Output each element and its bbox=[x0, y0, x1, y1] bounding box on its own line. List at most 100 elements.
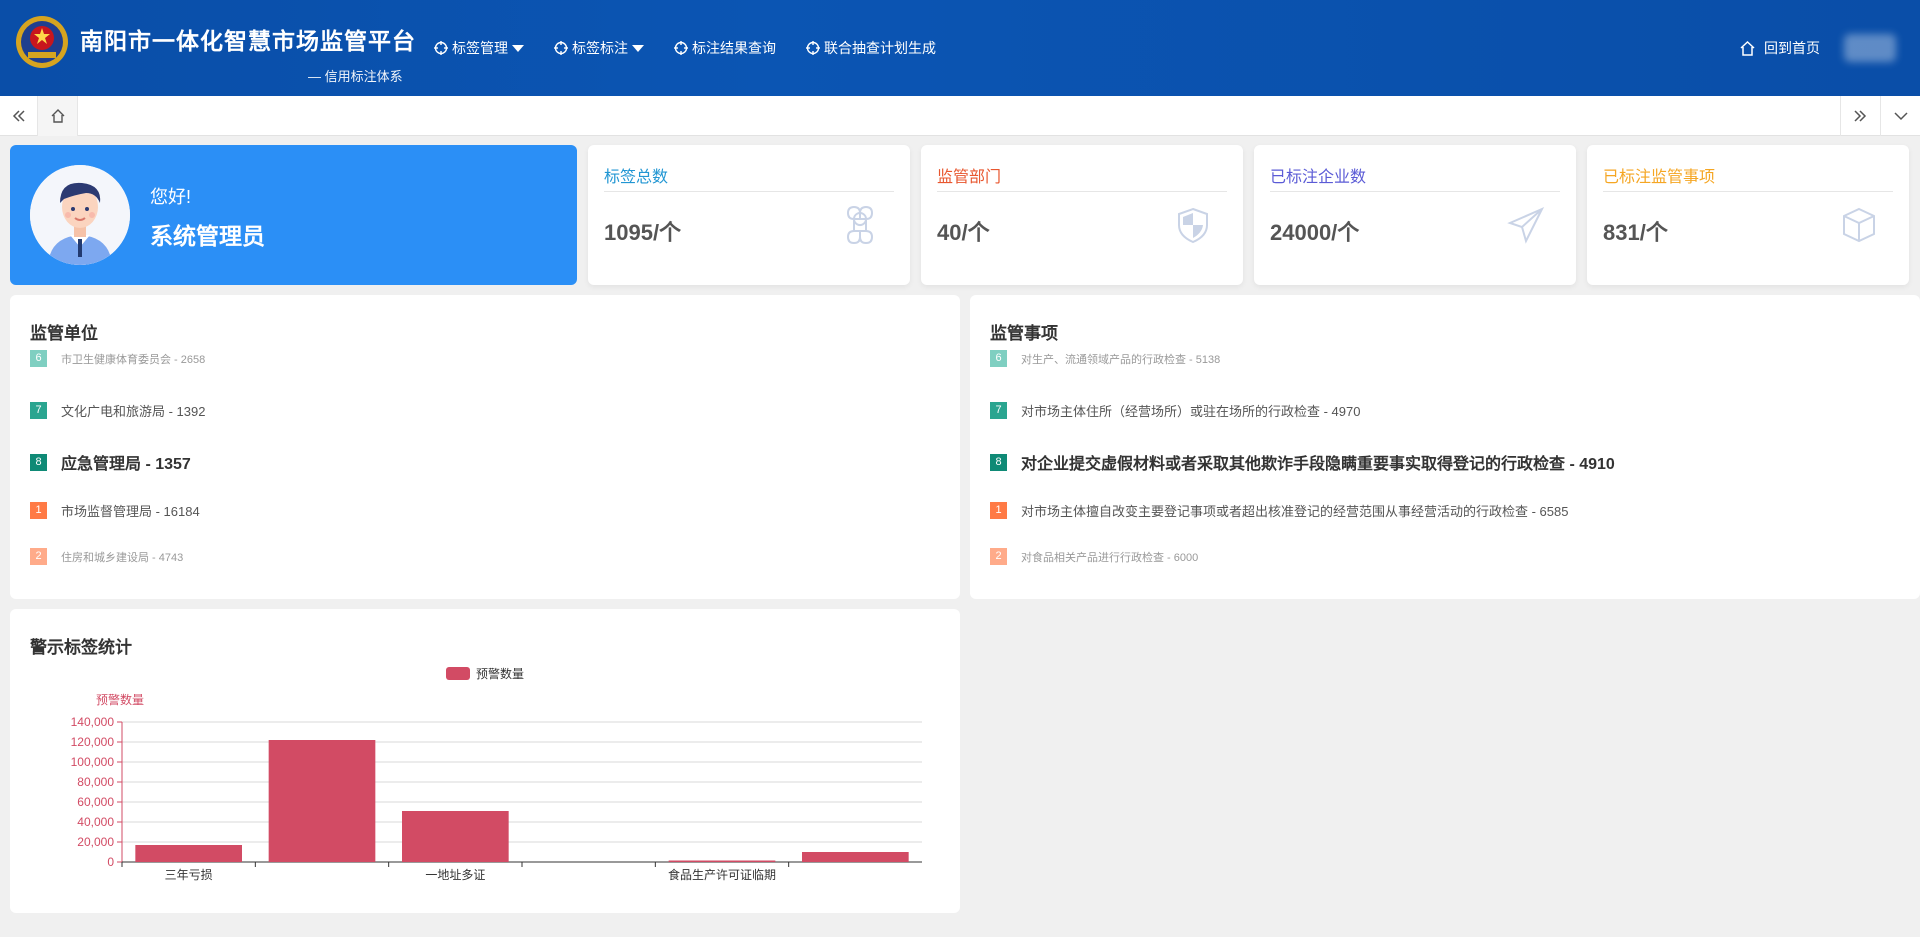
y-axis-label: 预警数量 bbox=[96, 692, 144, 707]
divider bbox=[604, 191, 894, 192]
stat-card-matters: 已标注监管事项 831/个 bbox=[1587, 145, 1909, 285]
stat-title: 已标注监管事项 bbox=[1603, 169, 1716, 186]
scroll-right-button[interactable] bbox=[1840, 96, 1878, 136]
rank-text: 文化广电和旅游局 - 1392 bbox=[61, 404, 206, 419]
list-item[interactable]: 7 文化广电和旅游局 - 1392 bbox=[30, 401, 205, 420]
box-icon bbox=[1843, 207, 1875, 243]
rank-text: 住房和城乡建设局 - 4743 bbox=[61, 551, 184, 564]
stat-title: 监管部门 bbox=[937, 169, 1002, 186]
stat-card-enterprises: 已标注企业数 24000/个 bbox=[1254, 145, 1576, 285]
nav-label: 标签管理 bbox=[452, 40, 508, 56]
nav-label: 标注结果查询 bbox=[692, 40, 776, 56]
nav-result-query[interactable]: 标注结果查询 bbox=[674, 38, 776, 58]
x-tick-label: 食品生产许可证临期 bbox=[668, 867, 776, 882]
rank-badge: 1 bbox=[30, 502, 47, 519]
avatar bbox=[30, 165, 130, 265]
list-item[interactable]: 1 市场监督管理局 - 16184 bbox=[30, 501, 200, 520]
panel-title: 监管事项 bbox=[990, 324, 1058, 343]
double-chevron-left-icon bbox=[12, 110, 25, 122]
crosshair-icon bbox=[806, 41, 820, 55]
list-item[interactable]: 1 对市场主体擅自改变主要登记事项或者超出核准登记的经营范围从事经营活动的行政检… bbox=[990, 501, 1568, 520]
divider bbox=[937, 191, 1227, 192]
nav-tag-management[interactable]: 标签管理 bbox=[434, 38, 524, 58]
chart-bar bbox=[802, 852, 909, 862]
supervision-units-panel: 监管单位 6 市卫生健康体育委员会 - 2658 7 文化广电和旅游局 - 13… bbox=[10, 295, 960, 599]
chart-bar bbox=[135, 845, 242, 862]
tabs-bar bbox=[0, 96, 1920, 136]
stat-value: 831/个 bbox=[1603, 220, 1668, 245]
rank-text: 市场监督管理局 - 16184 bbox=[61, 504, 200, 519]
list-item[interactable]: 6 对生产、流通领域产品的行政检查 - 5138 bbox=[990, 350, 1220, 367]
nav-tag-annotation[interactable]: 标签标注 bbox=[554, 38, 644, 58]
rank-badge: 7 bbox=[990, 402, 1007, 419]
chart-bar bbox=[268, 740, 376, 862]
legend-swatch bbox=[446, 667, 470, 680]
rank-badge: 8 bbox=[30, 453, 47, 471]
list-item[interactable]: 6 市卫生健康体育委员会 - 2658 bbox=[30, 350, 205, 367]
stat-value: 1095/个 bbox=[604, 220, 682, 245]
caret-down-icon bbox=[512, 44, 524, 52]
user-avatar[interactable] bbox=[1844, 34, 1896, 62]
y-tick-label: 80,000 bbox=[77, 775, 114, 789]
crosshair-icon bbox=[434, 41, 448, 55]
stat-card-departments: 监管部门 40/个 bbox=[921, 145, 1243, 285]
tab-home[interactable] bbox=[38, 96, 78, 136]
x-tick-label: 三年亏损 bbox=[165, 868, 213, 882]
user-name: 系统管理员 bbox=[150, 223, 265, 249]
chevron-down-icon bbox=[1893, 112, 1908, 121]
double-chevron-right-icon bbox=[1853, 110, 1866, 122]
y-tick-label: 40,000 bbox=[77, 815, 114, 829]
rank-badge: 2 bbox=[30, 548, 47, 565]
stat-value: 40/个 bbox=[937, 220, 990, 245]
rank-text: 对市场主体擅自改变主要登记事项或者超出核准登记的经营范围从事经营活动的行政检查 … bbox=[1021, 504, 1569, 519]
rank-text: 市卫生健康体育委员会 - 2658 bbox=[61, 353, 206, 366]
rank-text: 对市场主体住所（经营场所）或驻在场所的行政检查 - 4970 bbox=[1021, 404, 1361, 419]
scroll-left-button[interactable] bbox=[0, 96, 38, 136]
list-item[interactable]: 8 应急管理局 - 1357 bbox=[30, 450, 191, 474]
chart-bar bbox=[668, 860, 776, 862]
crosshair-icon bbox=[554, 41, 568, 55]
platform-subtitle: — 信用标注体系 bbox=[308, 69, 403, 84]
y-tick-label: 100,000 bbox=[71, 755, 115, 769]
list-item[interactable]: 2 对食品相关产品进行行政检查 - 6000 bbox=[990, 548, 1198, 565]
supervision-matters-panel: 监管事项 6 对生产、流通领域产品的行政检查 - 5138 7 对市场主体住所（… bbox=[970, 295, 1920, 599]
list-item[interactable]: 8 对企业提交虚假材料或者采取其他欺诈手段隐瞒重要事实取得登记的行政检查 - 4… bbox=[990, 450, 1615, 474]
rank-text: 对食品相关产品进行行政检查 - 6000 bbox=[1021, 551, 1199, 564]
user-avatar-illustration-icon bbox=[30, 165, 130, 265]
rank-badge: 6 bbox=[30, 350, 47, 367]
send-icon bbox=[1507, 206, 1545, 244]
command-icon bbox=[846, 205, 874, 245]
stat-title: 已标注企业数 bbox=[1270, 169, 1367, 186]
y-tick-label: 60,000 bbox=[77, 795, 114, 809]
shield-icon bbox=[1178, 207, 1208, 244]
back-home-link[interactable]: 回到首页 bbox=[1739, 38, 1820, 58]
rank-badge: 7 bbox=[30, 402, 47, 419]
x-tick-label: 一地址多证 bbox=[425, 868, 485, 882]
caret-down-icon bbox=[632, 44, 644, 52]
list-item[interactable]: 2 住房和城乡建设局 - 4743 bbox=[30, 548, 183, 565]
tab-menu-dropdown[interactable] bbox=[1880, 96, 1920, 136]
police-emblem-logo bbox=[16, 16, 68, 68]
rank-text: 应急管理局 - 1357 bbox=[61, 456, 191, 473]
greeting-text: 您好! bbox=[150, 187, 192, 207]
rank-badge: 2 bbox=[990, 548, 1007, 565]
main-nav: 标签管理 标签标注 标注结果查询 联合抽查计划生成 bbox=[434, 38, 966, 58]
list-item[interactable]: 7 对市场主体住所（经营场所）或驻在场所的行政检查 - 4970 bbox=[990, 401, 1360, 420]
top-header: 南阳市一体化智慧市场监管平台 — 信用标注体系 标签管理 标签标注 标注结果查询… bbox=[0, 0, 1920, 96]
warning-tags-chart-panel: 警示标签统计 预警数量 预警数量 0 20,000 40,000 60,000 80,000… bbox=[10, 609, 960, 913]
welcome-card: 您好! 系统管理员 bbox=[10, 145, 577, 285]
nav-label: 联合抽查计划生成 bbox=[824, 40, 936, 56]
home-label: 回到首页 bbox=[1764, 40, 1820, 56]
y-tick-label: 120,000 bbox=[71, 735, 115, 749]
y-tick-label: 140,000 bbox=[71, 715, 115, 729]
home-icon bbox=[1740, 40, 1755, 56]
divider bbox=[1603, 191, 1893, 192]
rank-badge: 1 bbox=[990, 502, 1007, 519]
warning-bar-chart: 预警数量预警数量020,00040,00060,00080,000100,000… bbox=[71, 666, 922, 882]
panel-title: 监管单位 bbox=[30, 324, 98, 343]
home-icon bbox=[51, 109, 64, 123]
y-tick-label: 0 bbox=[107, 855, 114, 869]
stat-value: 24000/个 bbox=[1270, 220, 1360, 245]
nav-joint-inspection-plan[interactable]: 联合抽查计划生成 bbox=[806, 38, 936, 58]
rank-badge: 8 bbox=[990, 453, 1007, 471]
